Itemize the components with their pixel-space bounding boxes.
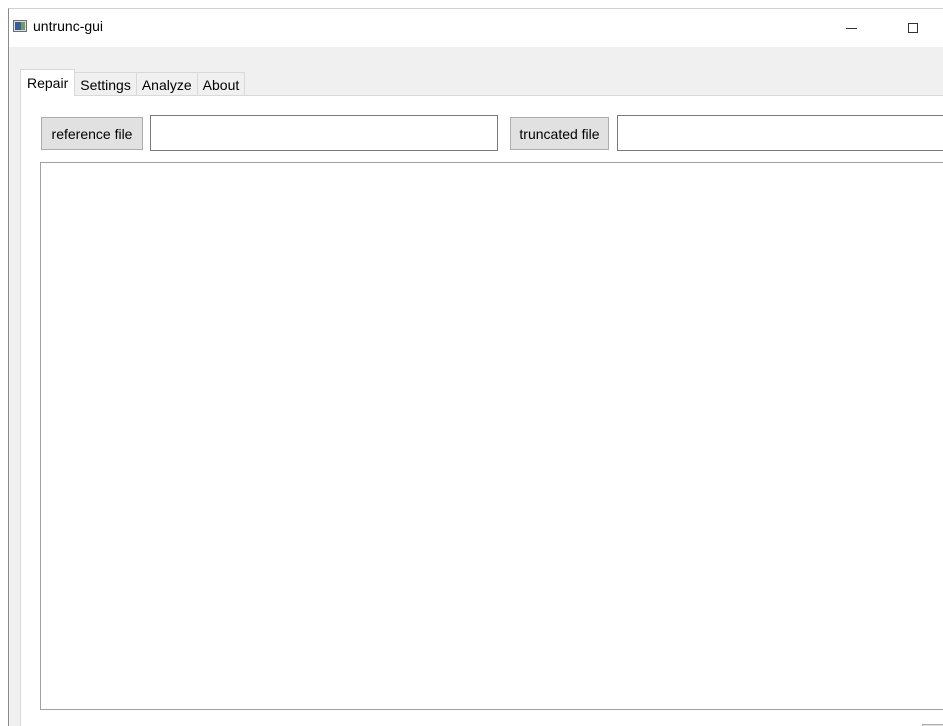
title-bar[interactable]: untrunc-gui <box>9 9 943 47</box>
tab-settings[interactable]: Settings <box>74 72 137 96</box>
truncated-file-button[interactable]: truncated file <box>510 117 609 150</box>
app-window: untrunc-gui Repair Settings Analyze Abou… <box>8 8 943 726</box>
app-icon <box>13 20 27 32</box>
repair-panel: reference file truncated file <box>20 95 943 726</box>
truncated-file-input[interactable] <box>617 115 943 151</box>
reference-file-input[interactable] <box>150 115 498 151</box>
tab-repair[interactable]: Repair <box>20 69 76 96</box>
reference-file-button[interactable]: reference file <box>41 117 143 150</box>
tab-analyze[interactable]: Analyze <box>135 72 198 96</box>
minimize-button[interactable] <box>828 9 874 47</box>
tab-about[interactable]: About <box>196 72 246 96</box>
window-title: untrunc-gui <box>33 18 104 34</box>
maximize-icon <box>908 23 918 33</box>
tab-bar: Repair Settings Analyze About <box>20 69 246 96</box>
maximize-button[interactable] <box>890 9 936 47</box>
output-log[interactable] <box>40 162 943 710</box>
minimize-icon <box>845 27 857 29</box>
